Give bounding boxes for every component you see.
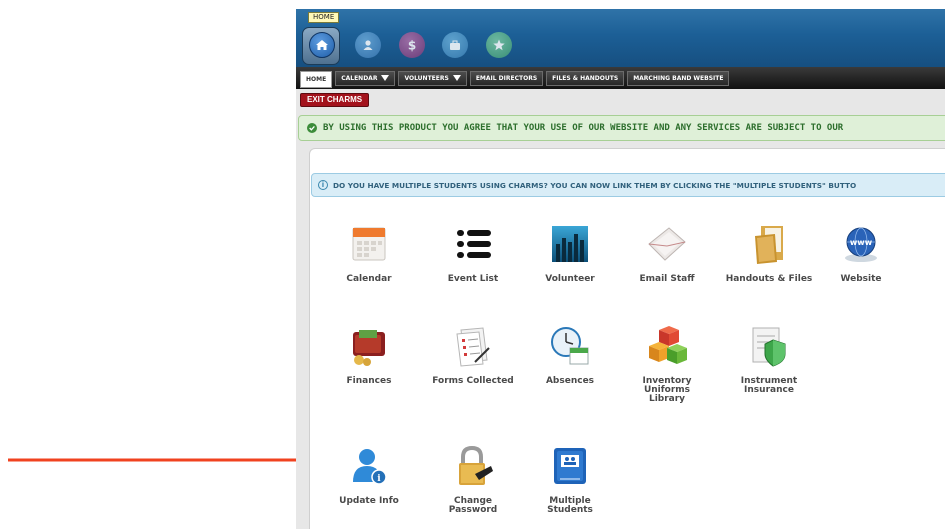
tile-change-password[interactable]: Change Password [425, 443, 521, 515]
tab-email-directors[interactable]: EMAIL DIRECTORS [469, 70, 544, 86]
forms-icon [450, 323, 496, 369]
tab-files-handouts-label: FILES & HANDOUTS [552, 74, 619, 82]
svg-text:www: www [850, 238, 873, 247]
list-icon [450, 221, 496, 267]
tab-volunteers-label: VOLUNTEERS [404, 74, 449, 82]
info-icon: i [318, 180, 328, 190]
tile-forms-collected[interactable]: Forms Collected [425, 323, 521, 386]
tile-handouts-files-label: Handouts & Files [725, 274, 813, 284]
tab-marching-band-website[interactable]: MARCHING BAND WEBSITE [627, 70, 730, 86]
tile-instrument-insurance[interactable]: Instrument Insurance [721, 323, 817, 395]
tile-inventory-uniforms-library-label: Inventory Uniforms Library [642, 376, 692, 404]
globe-icon: www [838, 221, 884, 267]
svg-text:$: $ [408, 39, 416, 53]
tile-instrument-insurance-label: Instrument Insurance [740, 376, 798, 395]
tile-volunteer-label: Volunteer [545, 274, 595, 284]
tile-event-list-label: Event List [447, 274, 499, 284]
tile-volunteer[interactable]: Volunteer [522, 221, 618, 284]
charms-app-window: HOME $ HOME CALENDAR VOLUNTEERS EMAIL DI… [296, 9, 945, 529]
insurance-shield-icon [746, 323, 792, 369]
wallet-icon [346, 323, 392, 369]
check-icon [307, 123, 317, 133]
padlock-icon [450, 443, 496, 489]
chevron-down-icon [381, 75, 390, 81]
students-icon [547, 443, 593, 489]
tile-inventory-uniforms-library[interactable]: Inventory Uniforms Library [619, 323, 715, 404]
tile-absences[interactable]: Absences [522, 323, 618, 386]
star-icon[interactable] [486, 32, 512, 58]
tile-change-password-label: Change Password [448, 496, 498, 515]
tab-marching-band-website-label: MARCHING BAND WEBSITE [633, 74, 724, 82]
tile-multiple-students-label: Multiple Students [547, 496, 593, 515]
tile-finances-label: Finances [346, 376, 392, 386]
tab-calendar-label: CALENDAR [341, 74, 378, 82]
menu-bar: HOME CALENDAR VOLUNTEERS EMAIL DIRECTORS… [296, 67, 945, 89]
tab-files-handouts[interactable]: FILES & HANDOUTS [546, 70, 625, 86]
tile-calendar-label: Calendar [346, 274, 392, 284]
tab-email-directors-label: EMAIL DIRECTORS [475, 74, 538, 82]
tile-absences-label: Absences [545, 376, 595, 386]
briefcase-icon[interactable] [442, 32, 468, 58]
tile-website[interactable]: www Website [813, 221, 909, 284]
terms-agreement-text: BY USING THIS PRODUCT YOU AGREE THAT YOU… [323, 123, 844, 133]
tile-multiple-students[interactable]: Multiple Students [522, 443, 618, 515]
chevron-down-icon [452, 75, 461, 81]
exit-charms-button[interactable]: EXIT CHARMS [300, 93, 370, 107]
svg-text:i: i [377, 474, 381, 484]
tab-calendar[interactable]: CALENDAR [335, 70, 396, 86]
envelope-icon [644, 221, 690, 267]
tile-update-info-label: Update Info [339, 496, 399, 506]
tile-handouts-files[interactable]: Handouts & Files [721, 221, 817, 284]
clock-icon [547, 323, 593, 369]
tile-website-label: Website [840, 274, 882, 284]
tab-home-label: HOME [306, 76, 327, 83]
tile-forms-collected-label: Forms Collected [432, 376, 514, 386]
home-tooltip: HOME [308, 12, 340, 23]
cubes-icon [644, 323, 690, 369]
tile-finances[interactable]: Finances [321, 323, 417, 386]
calendar-icon [346, 221, 392, 267]
exit-bar: EXIT CHARMS [296, 89, 945, 111]
tile-calendar[interactable]: Calendar [321, 221, 417, 284]
volunteer-icon [547, 221, 593, 267]
tile-event-list[interactable]: Event List [425, 221, 521, 284]
home-icon[interactable] [309, 32, 335, 58]
multiple-students-info-text: DO YOU HAVE MULTIPLE STUDENTS USING CHAR… [333, 180, 857, 190]
tile-update-info[interactable]: i Update Info [321, 443, 417, 506]
dollar-icon[interactable]: $ [399, 32, 425, 58]
terms-agreement-banner: BY USING THIS PRODUCT YOU AGREE THAT YOU… [298, 115, 945, 141]
tile-email-staff[interactable]: Email Staff [619, 221, 715, 284]
multiple-students-info-banner: i DO YOU HAVE MULTIPLE STUDENTS USING CH… [311, 173, 945, 197]
tab-volunteers[interactable]: VOLUNTEERS [398, 70, 467, 86]
top-nav-bar: HOME $ [296, 9, 945, 67]
folder-icon [746, 221, 792, 267]
tab-home[interactable]: HOME [300, 71, 333, 88]
user-info-icon: i [346, 443, 392, 489]
tile-email-staff-label: Email Staff [639, 274, 695, 284]
person-icon[interactable] [355, 32, 381, 58]
